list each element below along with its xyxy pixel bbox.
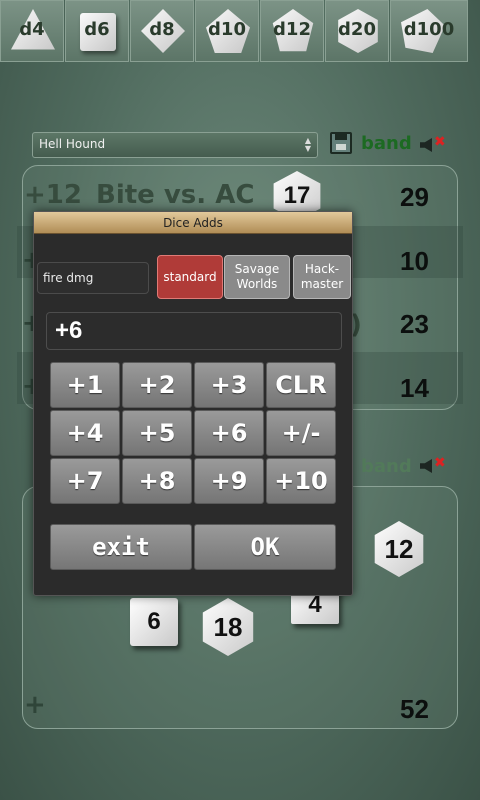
d4-button[interactable]: d4 xyxy=(0,0,64,62)
key-plus-10[interactable]: +10 xyxy=(266,458,336,504)
group-label[interactable]: band xyxy=(361,456,412,477)
dice-adds-dialog: Dice Adds fire dmg standard Savage World… xyxy=(33,211,353,596)
dice-toolbar: d4 d6 d8 d10 d12 d20 d100 xyxy=(0,0,480,62)
dialog-title: Dice Adds xyxy=(34,212,352,234)
add-value-display: +6 xyxy=(46,312,342,350)
d4-label: d4 xyxy=(19,19,45,40)
key-plus-5[interactable]: +5 xyxy=(122,410,192,456)
key-plus-2[interactable]: +2 xyxy=(122,362,192,408)
name-field[interactable]: fire dmg xyxy=(37,262,149,294)
d6-button[interactable]: d6 xyxy=(65,0,129,62)
keypad: +1 +2 +3 CLR +4 +5 +6 +/- +7 +8 +9 +10 xyxy=(50,362,338,504)
monster-name: Hell Hound xyxy=(39,137,106,151)
mute-x-icon: ✖ xyxy=(434,455,446,471)
monster-select[interactable]: Hell Hound ▲ ▼ xyxy=(32,132,318,158)
mute-speaker-icon[interactable]: ✖ xyxy=(420,455,448,477)
key-toggle-sign[interactable]: +/- xyxy=(266,410,336,456)
ok-button[interactable]: OK xyxy=(194,524,336,570)
mute-x-icon: ✖ xyxy=(434,134,446,150)
attack-total: 14 xyxy=(400,373,429,403)
d6-roll-die: 6 xyxy=(130,598,178,646)
d8-button[interactable]: d8 xyxy=(130,0,194,62)
mute-speaker-icon[interactable]: ✖ xyxy=(420,134,448,156)
key-clear[interactable]: CLR xyxy=(266,362,336,408)
spinner-arrows-icon: ▲ ▼ xyxy=(304,136,311,153)
mode-savage-worlds-button[interactable]: Savage Worlds xyxy=(224,255,290,299)
attack-total: 29 xyxy=(400,182,429,212)
d12-label: d12 xyxy=(273,19,311,40)
key-plus-3[interactable]: +3 xyxy=(194,362,264,408)
d100-label: d100 xyxy=(403,19,455,40)
d20-button[interactable]: d20 xyxy=(325,0,389,62)
attack-prefix: +12 xyxy=(24,180,82,210)
attack-name[interactable]: Bite vs. AC xyxy=(96,180,254,210)
add-icon[interactable]: + xyxy=(24,690,46,720)
mode-standard-button[interactable]: standard xyxy=(157,255,223,299)
d20-label: d20 xyxy=(338,19,376,40)
group-label[interactable]: band xyxy=(361,133,412,154)
exit-button[interactable]: exit xyxy=(50,524,192,570)
d12-button[interactable]: d12 xyxy=(260,0,324,62)
speaker-icon xyxy=(420,459,432,473)
d6-label: d6 xyxy=(84,19,110,40)
speaker-icon xyxy=(420,138,432,152)
key-plus-7[interactable]: +7 xyxy=(50,458,120,504)
d10-label: d10 xyxy=(208,19,246,40)
attack-total: 10 xyxy=(400,246,429,276)
key-plus-9[interactable]: +9 xyxy=(194,458,264,504)
key-plus-1[interactable]: +1 xyxy=(50,362,120,408)
attack-total: 23 xyxy=(400,309,429,339)
d100-button[interactable]: d100 xyxy=(390,0,468,62)
d8-label: d8 xyxy=(149,19,175,40)
key-plus-8[interactable]: +8 xyxy=(122,458,192,504)
roll-total: 52 xyxy=(400,694,429,724)
save-icon[interactable] xyxy=(330,132,352,154)
mode-hackmaster-button[interactable]: Hack-master xyxy=(293,255,351,299)
key-plus-4[interactable]: +4 xyxy=(50,410,120,456)
key-plus-6[interactable]: +6 xyxy=(194,410,264,456)
d10-button[interactable]: d10 xyxy=(195,0,259,62)
